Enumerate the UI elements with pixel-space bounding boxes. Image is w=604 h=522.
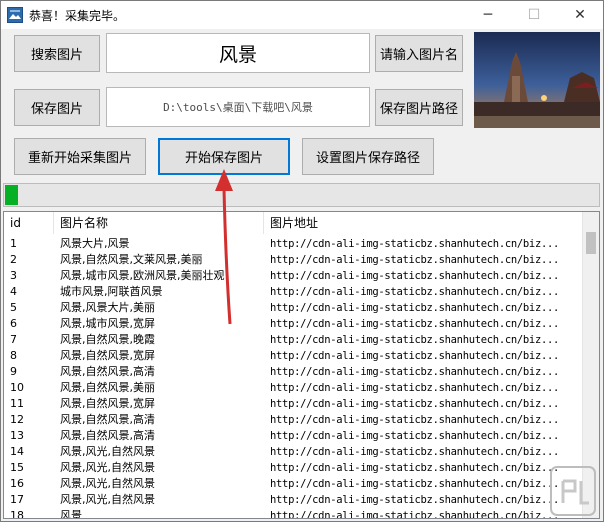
cell-name: 城市风景,阿联酋风景 bbox=[60, 285, 163, 298]
cell-url: http://cdn-ali-img-staticbz.shanhutech.c… bbox=[270, 318, 560, 330]
title-bar: 恭喜！采集完毕。 ─ ☐ ✕ bbox=[1, 1, 603, 29]
cell-name: 风景,城市风景,宽屏 bbox=[60, 317, 155, 330]
save-path-field[interactable]: D:\tools\桌面\下载吧\风景 bbox=[106, 87, 370, 127]
column-header-id[interactable]: id bbox=[4, 212, 54, 234]
restart-collecting-button[interactable]: 重新开始采集图片 bbox=[14, 138, 146, 175]
table-row[interactable]: 17 风景,风光,自然风景 http://cdn-ali-img-staticbz.… bbox=[4, 492, 584, 508]
keyword-input[interactable]: 风景 bbox=[106, 33, 370, 73]
landscape-thumbnail bbox=[474, 32, 600, 128]
cell-name: 风景,自然风景,晚霞 bbox=[60, 333, 155, 346]
cell-id: 6 bbox=[10, 317, 17, 330]
set-save-path-button[interactable]: 设置图片保存路径 bbox=[302, 138, 434, 175]
cell-url: http://cdn-ali-img-staticbz.shanhutech.c… bbox=[270, 286, 560, 298]
cell-id: 7 bbox=[10, 333, 17, 346]
cell-id: 3 bbox=[10, 269, 17, 282]
image-list-table[interactable]: id 图片名称 图片地址 1 风景大片,风景 http://cdn-ali-img-… bbox=[3, 211, 600, 519]
table-header: id 图片名称 图片地址 bbox=[4, 212, 584, 234]
cell-name: 风景,自然风景,宽屏 bbox=[60, 397, 155, 410]
cell-name: 风景,自然风景,高清 bbox=[60, 413, 155, 426]
table-row[interactable]: 10 风景,自然风景,美丽 http://cdn-ali-img-staticbz.… bbox=[4, 380, 584, 396]
cell-id: 8 bbox=[10, 349, 17, 362]
cell-id: 2 bbox=[10, 253, 17, 266]
cell-name: 风景,风光,自然风景 bbox=[60, 493, 155, 506]
table-row[interactable]: 12 风景,自然风景,高清 http://cdn-ali-img-staticbz.… bbox=[4, 412, 584, 428]
cell-url: http://cdn-ali-img-staticbz.shanhutech.c… bbox=[270, 238, 560, 250]
maximize-button[interactable]: ☐ bbox=[511, 1, 557, 29]
cell-name: 风景,风光,自然风景 bbox=[60, 461, 155, 474]
table-row[interactable]: 18 风景 http://cdn-ali-img-staticbz.shanhute… bbox=[4, 508, 584, 519]
table-row[interactable]: 2 风景,自然风景,文莱风景,美丽 http://cdn-ali-img-stati… bbox=[4, 252, 584, 268]
cell-id: 12 bbox=[10, 413, 24, 426]
save-images-button[interactable]: 保存图片 bbox=[14, 89, 100, 126]
window-title: 恭喜！采集完毕。 bbox=[29, 9, 126, 23]
cell-id: 4 bbox=[10, 285, 17, 298]
cell-id: 11 bbox=[10, 397, 24, 410]
table-row[interactable]: 3 风景,城市风景,欧洲风景,美丽壮观 http://cdn-ali-img-sta… bbox=[4, 268, 584, 284]
app-window: 恭喜！采集完毕。 ─ ☐ ✕ 搜索图片 风景 请输入图片名 保存图片 D:\to… bbox=[0, 0, 604, 522]
cell-name: 风景,自然风景,宽屏 bbox=[60, 349, 155, 362]
cell-name: 风景,风景大片,美丽 bbox=[60, 301, 155, 314]
cell-url: http://cdn-ali-img-staticbz.shanhutech.c… bbox=[270, 414, 560, 426]
cell-url: http://cdn-ali-img-staticbz.shanhutech.c… bbox=[270, 398, 560, 410]
table-row[interactable]: 7 风景,自然风景,晚霞 http://cdn-ali-img-staticbz.s… bbox=[4, 332, 584, 348]
cell-id: 16 bbox=[10, 477, 24, 490]
cell-name: 风景,自然风景,美丽 bbox=[60, 381, 155, 394]
site-watermark bbox=[550, 466, 596, 516]
cell-url: http://cdn-ali-img-staticbz.shanhutech.c… bbox=[270, 270, 560, 282]
cell-id: 14 bbox=[10, 445, 24, 458]
table-row[interactable]: 9 风景,自然风景,高清 http://cdn-ali-img-staticbz.s… bbox=[4, 364, 584, 380]
column-header-url[interactable]: 图片地址 bbox=[264, 212, 584, 234]
cell-name: 风景,自然风景,高清 bbox=[60, 429, 155, 442]
cell-url: http://cdn-ali-img-staticbz.shanhutech.c… bbox=[270, 510, 560, 519]
picture-icon bbox=[7, 7, 23, 23]
cell-id: 1 bbox=[10, 237, 17, 250]
table-row[interactable]: 8 风景,自然风景,宽屏 http://cdn-ali-img-staticbz.s… bbox=[4, 348, 584, 364]
cell-id: 9 bbox=[10, 365, 17, 378]
start-saving-button[interactable]: 开始保存图片 bbox=[158, 138, 290, 175]
cell-name: 风景,城市风景,欧洲风景,美丽壮观 bbox=[60, 269, 225, 282]
cell-name: 风景 bbox=[60, 509, 82, 519]
column-header-name[interactable]: 图片名称 bbox=[54, 212, 264, 234]
table-row[interactable]: 15 风景,风光,自然风景 http://cdn-ali-img-staticbz.… bbox=[4, 460, 584, 476]
table-row[interactable]: 11 风景,自然风景,宽屏 http://cdn-ali-img-staticbz.… bbox=[4, 396, 584, 412]
table-row[interactable]: 5 风景,风景大片,美丽 http://cdn-ali-img-staticbz.s… bbox=[4, 300, 584, 316]
cell-url: http://cdn-ali-img-staticbz.shanhutech.c… bbox=[270, 462, 560, 474]
cell-id: 18 bbox=[10, 509, 24, 519]
cell-url: http://cdn-ali-img-staticbz.shanhutech.c… bbox=[270, 302, 560, 314]
enter-image-name-button[interactable]: 请输入图片名 bbox=[375, 35, 463, 72]
save-path-button[interactable]: 保存图片路径 bbox=[375, 89, 463, 126]
cell-name: 风景,风光,自然风景 bbox=[60, 445, 155, 458]
cell-url: http://cdn-ali-img-staticbz.shanhutech.c… bbox=[270, 446, 560, 458]
cell-url: http://cdn-ali-img-staticbz.shanhutech.c… bbox=[270, 366, 560, 378]
table-row[interactable]: 14 风景,风光,自然风景 http://cdn-ali-img-staticbz.… bbox=[4, 444, 584, 460]
cell-name: 风景,自然风景,高清 bbox=[60, 365, 155, 378]
progress-bar bbox=[3, 183, 600, 207]
cell-url: http://cdn-ali-img-staticbz.shanhutech.c… bbox=[270, 478, 560, 490]
cell-name: 风景,自然风景,文莱风景,美丽 bbox=[60, 253, 203, 266]
cell-id: 15 bbox=[10, 461, 24, 474]
close-button[interactable]: ✕ bbox=[557, 1, 603, 29]
cell-url: http://cdn-ali-img-staticbz.shanhutech.c… bbox=[270, 254, 560, 266]
cell-url: http://cdn-ali-img-staticbz.shanhutech.c… bbox=[270, 430, 560, 442]
table-row[interactable]: 16 风景,风光,自然风景 http://cdn-ali-img-staticbz.… bbox=[4, 476, 584, 492]
cell-id: 10 bbox=[10, 381, 24, 394]
table-row[interactable]: 1 风景大片,风景 http://cdn-ali-img-staticbz.shan… bbox=[4, 236, 584, 252]
cell-id: 5 bbox=[10, 301, 17, 314]
table-row[interactable]: 6 风景,城市风景,宽屏 http://cdn-ali-img-staticbz.s… bbox=[4, 316, 584, 332]
cell-id: 13 bbox=[10, 429, 24, 442]
table-row[interactable]: 4 城市风景,阿联酋风景 http://cdn-ali-img-staticbz.s… bbox=[4, 284, 584, 300]
search-images-button[interactable]: 搜索图片 bbox=[14, 35, 100, 72]
scrollbar-thumb[interactable] bbox=[586, 232, 596, 254]
table-row[interactable]: 13 风景,自然风景,高清 http://cdn-ali-img-staticbz.… bbox=[4, 428, 584, 444]
minimize-button[interactable]: ─ bbox=[465, 1, 511, 29]
cell-name: 风景,风光,自然风景 bbox=[60, 477, 155, 490]
cell-id: 17 bbox=[10, 493, 24, 506]
cell-name: 风景大片,风景 bbox=[60, 237, 130, 250]
cell-url: http://cdn-ali-img-staticbz.shanhutech.c… bbox=[270, 334, 560, 346]
cell-url: http://cdn-ali-img-staticbz.shanhutech.c… bbox=[270, 494, 560, 506]
progress-bar-fill bbox=[5, 185, 18, 205]
cell-url: http://cdn-ali-img-staticbz.shanhutech.c… bbox=[270, 350, 560, 362]
cell-url: http://cdn-ali-img-staticbz.shanhutech.c… bbox=[270, 382, 560, 394]
